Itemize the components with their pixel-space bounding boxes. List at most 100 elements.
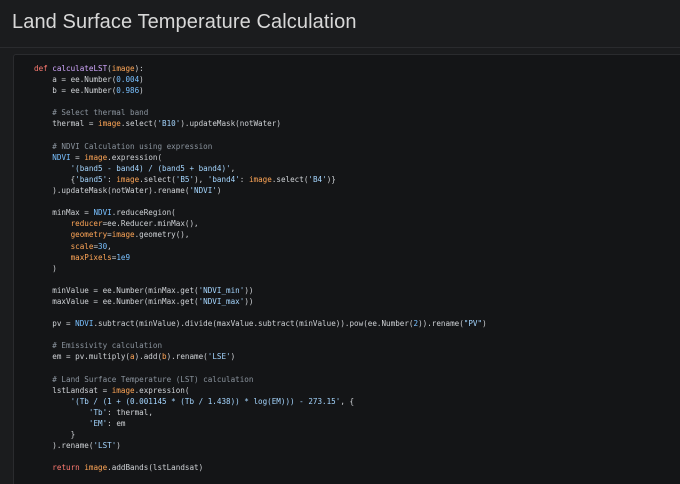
code-token: ).add( [134, 352, 163, 362]
code-token: b = [34, 86, 71, 96]
code-line: '(band5 - band4) / (band5 + band4)', [34, 163, 487, 174]
code-token: .expression( [107, 152, 163, 162]
code-token: )) [244, 285, 254, 295]
code-token: NDVI [52, 152, 71, 162]
code-token: pv = [34, 319, 76, 329]
code-token: image [84, 152, 108, 162]
code-token: .geometry(), [134, 230, 190, 240]
code-token: ).updateMask(notWater) [180, 119, 281, 129]
code-token: .expression( [134, 385, 190, 395]
code-token: .select( [120, 119, 158, 129]
code-token: } [34, 430, 76, 440]
code-token: image [111, 230, 135, 240]
page: Land Surface Temperature Calculation def… [0, 0, 680, 484]
code-token: geometry [70, 230, 108, 240]
code-token: )).rename( [418, 319, 464, 329]
code-token: .reduceRegion( [111, 208, 176, 218]
code-token: 'B4' [308, 174, 327, 184]
code-line: {'band5': image.select('B5'), 'band4': i… [34, 174, 487, 185]
code-token: ) [230, 352, 236, 362]
code-token: : [107, 174, 117, 184]
code-token: ) [116, 441, 121, 451]
code-line: scale=30, [34, 241, 487, 252]
code-token: .subtract(minValue).divide(maxValue.subt… [93, 319, 414, 329]
code-token: 'LST' [93, 441, 117, 451]
code-token: return [52, 463, 85, 473]
code-line: 'EM': em [34, 418, 487, 429]
code-token: 'band5' [75, 174, 108, 184]
code-panel[interactable]: def calculateLST(image): a = ee.Number(0… [13, 54, 680, 484]
code-token: : [239, 174, 249, 184]
code-token: calculateLST [52, 64, 108, 73]
code-line: # NDVI Calculation using expression [34, 141, 487, 152]
code-token: ) [34, 263, 57, 273]
code-token: 1e9 [116, 252, 131, 262]
code-token: ).rename( [166, 352, 208, 362]
code-token: )} [326, 174, 336, 184]
code-token: 'LSE' [207, 352, 231, 362]
code-token: 'NDVI' [189, 186, 217, 196]
code-token: 30 [98, 241, 108, 251]
code-token: em = pv.multiply( [34, 352, 131, 362]
code-token: NDVI [75, 319, 94, 329]
code-token: 'NDVI_min' [198, 285, 245, 295]
code-line: a = ee.Number(0.004) [34, 74, 487, 85]
code-token: 0.986 [116, 86, 140, 96]
code-token: # NDVI Calculation using expression [34, 141, 213, 151]
code-token: image [98, 119, 121, 129]
code-token: : thermal, [107, 407, 153, 417]
code-token: reducer [70, 219, 103, 229]
code-token: lstLandsat = [34, 385, 112, 395]
code-line: def calculateLST(image): [34, 63, 487, 74]
code-token: ) [482, 319, 487, 329]
code-token: .select( [139, 174, 176, 184]
code-line: geometry=image.geometry(), [34, 229, 487, 240]
title-divider [0, 47, 680, 48]
code-token: 'B5' [175, 174, 195, 184]
code-token: .addBands(lstLandsat) [107, 463, 204, 473]
code-token: ) [139, 86, 144, 96]
code-token: image [111, 64, 135, 73]
code-line: b = ee.Number(0.986) [34, 85, 487, 96]
code-line: reducer=ee.Reducer.minMax(), [34, 218, 487, 229]
code-line: } [34, 429, 487, 440]
code-token: minValue = ee.Number(minMax.get( [34, 285, 199, 295]
code-line: maxValue = ee.Number(minMax.get('NDVI_ma… [34, 296, 487, 307]
code-token: # Select thermal band [34, 108, 149, 118]
code-token: , { [340, 396, 355, 406]
code-token: ee.Number( [70, 75, 117, 85]
code-line: # Emissivity calculation [34, 340, 487, 351]
code-line: ).rename('LST') [34, 440, 487, 451]
code-line: lstLandsat = image.expression( [34, 385, 487, 396]
code-token: =ee.Reducer.minMax(), [102, 219, 199, 229]
code-token: = [70, 152, 85, 162]
code-line: pv = NDVI.subtract(minValue).divide(maxV… [34, 318, 487, 329]
code-token: image [248, 174, 272, 184]
code-line: ).updateMask(notWater).rename('NDVI') [34, 185, 487, 196]
code-line: thermal = image.select('B10').updateMask… [34, 118, 487, 129]
code-token: maxPixels [70, 252, 112, 262]
code-line: maxPixels=1e9 [34, 252, 487, 263]
code-token: image [111, 385, 135, 395]
code-line: '(Tb / (1 + (0.001145 * (Tb / 1.438)) * … [34, 396, 487, 407]
code-token: '(band5 - band4) / (band5 + band4)' [70, 163, 231, 173]
code-token: : em [107, 419, 126, 428]
code-token: image [116, 174, 140, 184]
code-token: .select( [271, 174, 309, 184]
code-line: # Land Surface Temperature (LST) calcula… [34, 374, 487, 385]
code-token: )) [244, 296, 254, 306]
code-token: # Land Surface Temperature (LST) calcula… [34, 374, 254, 384]
code-block[interactable]: def calculateLST(image): a = ee.Number(0… [34, 63, 487, 473]
